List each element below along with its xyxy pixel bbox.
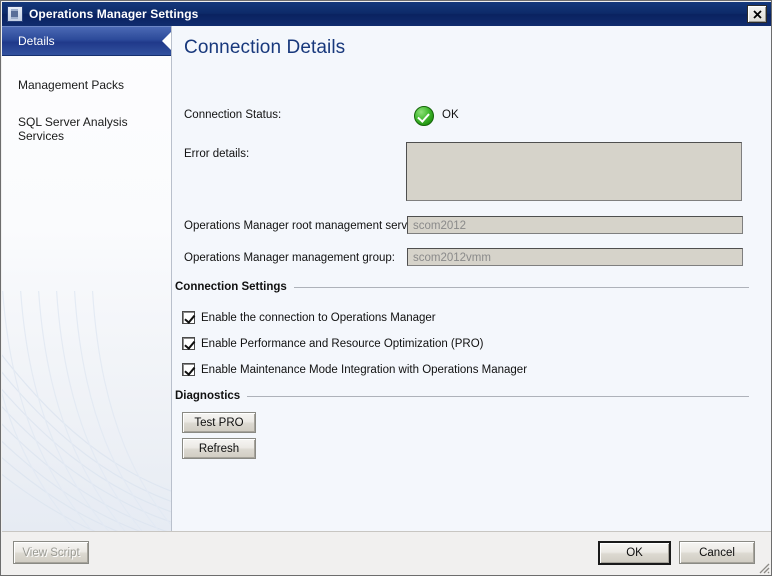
sidebar-nav-list: Details Management Packs SQL Server Anal… xyxy=(2,26,171,144)
ok-button[interactable]: OK xyxy=(598,541,671,565)
sidebar-item-label: Details xyxy=(18,34,55,48)
close-icon[interactable] xyxy=(747,5,767,23)
management-group-field[interactable]: scom2012vmm xyxy=(407,248,743,266)
decorative-mesh-graphic xyxy=(2,291,171,531)
sidebar-item-label: SQL Server Analysis Services xyxy=(18,115,128,143)
checkbox-enable-connection[interactable]: Enable the connection to Operations Mana… xyxy=(182,311,436,324)
group-divider xyxy=(293,286,749,288)
page-title: Connection Details xyxy=(184,37,346,58)
sidebar-item-details[interactable]: Details xyxy=(2,26,171,56)
management-group-label: Operations Manager management group: xyxy=(184,252,395,264)
checkbox-icon[interactable] xyxy=(182,311,195,324)
window-title: Operations Manager Settings xyxy=(29,7,199,21)
refresh-button[interactable]: Refresh xyxy=(182,438,256,459)
checkbox-icon[interactable] xyxy=(182,337,195,350)
checkbox-label: Enable Performance and Resource Optimiza… xyxy=(201,337,484,350)
error-details-label: Error details: xyxy=(184,148,250,160)
checkbox-label: Enable the connection to Operations Mana… xyxy=(201,311,436,324)
group-divider xyxy=(247,395,749,397)
window-settings-icon xyxy=(7,6,23,22)
cancel-button[interactable]: Cancel xyxy=(679,541,755,564)
dialog-footer: View Script OK Cancel xyxy=(2,531,771,575)
checkbox-label: Enable Maintenance Mode Integration with… xyxy=(201,363,528,376)
view-script-button[interactable]: View Script xyxy=(13,541,89,564)
error-details-textarea[interactable] xyxy=(406,142,742,201)
test-pro-button[interactable]: Test PRO xyxy=(182,412,256,433)
root-management-server-field[interactable]: scom2012 xyxy=(407,216,743,234)
selected-notch-icon xyxy=(162,31,171,51)
connection-status-label: Connection Status: xyxy=(184,109,282,121)
diagnostics-group-header: Diagnostics xyxy=(175,390,749,402)
main-content-panel: Connection Details Connection Status: OK… xyxy=(172,26,771,531)
connection-status-value: OK xyxy=(442,109,459,121)
operations-manager-settings-dialog: Operations Manager Settings Details Mana… xyxy=(0,0,772,576)
root-management-server-label: Operations Manager root management serve… xyxy=(184,220,421,232)
connection-settings-title: Connection Settings xyxy=(175,281,287,293)
checkbox-icon[interactable] xyxy=(182,363,195,376)
sidebar-item-label: Management Packs xyxy=(18,78,125,92)
sidebar: Details Management Packs SQL Server Anal… xyxy=(2,26,172,531)
sidebar-item-sql-server-analysis-services[interactable]: SQL Server Analysis Services xyxy=(2,114,171,144)
checkbox-enable-pro[interactable]: Enable Performance and Resource Optimiza… xyxy=(182,337,484,350)
close-glyph xyxy=(752,9,762,19)
checkbox-enable-maintenance-mode[interactable]: Enable Maintenance Mode Integration with… xyxy=(182,363,527,376)
diagnostics-title: Diagnostics xyxy=(175,390,241,402)
status-ok-icon xyxy=(414,106,434,126)
resize-grip-icon[interactable] xyxy=(756,560,770,574)
connection-settings-group-header: Connection Settings xyxy=(175,281,749,293)
sidebar-item-management-packs[interactable]: Management Packs xyxy=(2,70,171,100)
title-bar: Operations Manager Settings xyxy=(2,2,771,26)
